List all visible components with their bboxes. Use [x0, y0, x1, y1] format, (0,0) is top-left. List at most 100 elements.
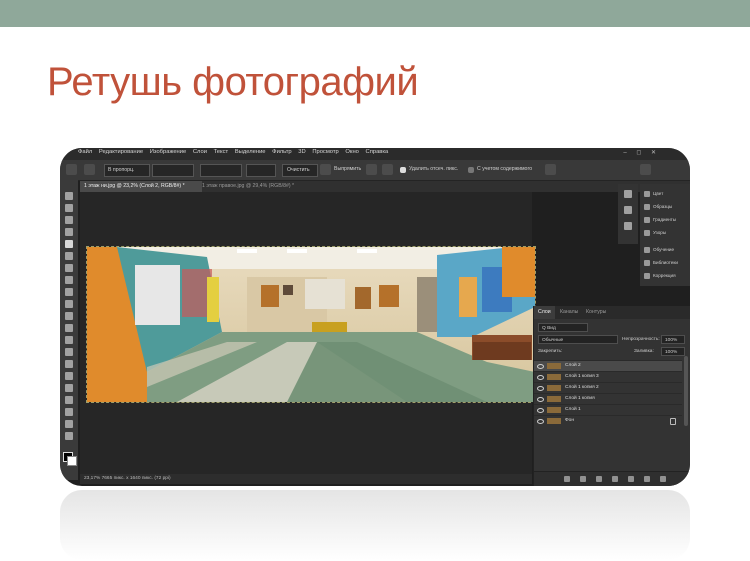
- blur-tool-icon[interactable]: [65, 348, 73, 356]
- gradients-icon: [644, 216, 650, 223]
- settings-gear-icon[interactable]: [382, 164, 393, 175]
- tab-document-2[interactable]: 1 этаж правое.jpg @ 29,4% (RGB/8#) *: [198, 181, 320, 192]
- shape-tool-icon[interactable]: [65, 408, 73, 416]
- crop-tool-icon[interactable]: [84, 164, 95, 175]
- marquee-tool-icon[interactable]: [65, 204, 73, 212]
- blend-mode-select[interactable]: Обычные: [538, 335, 618, 344]
- layer-row[interactable]: Слой 1 копия 2: [534, 382, 682, 393]
- window-controls[interactable]: – ◻ ✕: [623, 149, 660, 156]
- move-tool-icon[interactable]: [65, 192, 73, 200]
- resolution-field[interactable]: [246, 164, 276, 177]
- lasso-tool-icon[interactable]: [65, 216, 73, 224]
- visibility-eye-icon[interactable]: [537, 419, 544, 424]
- layer-row[interactable]: Фон: [534, 415, 682, 426]
- menu-3d[interactable]: 3D: [298, 149, 305, 155]
- ratio-select[interactable]: В пропорц.: [104, 164, 150, 177]
- healing-brush-icon[interactable]: [65, 276, 73, 284]
- trash-icon[interactable]: [660, 476, 666, 482]
- menu-select[interactable]: Выделение: [235, 149, 266, 155]
- layer-filter-select[interactable]: Q Вид: [538, 323, 588, 332]
- crop-tool-active-icon[interactable]: [65, 240, 73, 248]
- properties-icon[interactable]: [624, 222, 632, 230]
- layers-panel-tabs: Слои Каналы Контуры: [534, 306, 690, 319]
- visibility-eye-icon[interactable]: [537, 375, 544, 380]
- slide-top-band: [0, 0, 750, 27]
- panorama-photo-image: [87, 247, 535, 402]
- menu-filter[interactable]: Фильтр: [272, 149, 291, 155]
- delete-cropped-checkbox[interactable]: [400, 167, 406, 173]
- dodge-tool-icon[interactable]: [65, 360, 73, 368]
- background-color-swatch[interactable]: [67, 456, 77, 466]
- straighten-label[interactable]: Выпрямить: [334, 166, 361, 172]
- new-group-icon[interactable]: [628, 476, 634, 482]
- panel-item-libraries[interactable]: Библиотеки: [642, 257, 690, 269]
- panel-item-label: Цвет: [653, 191, 664, 196]
- tab-channels[interactable]: Каналы: [556, 306, 582, 319]
- layer-row[interactable]: Слой 1 копия 3: [534, 371, 682, 382]
- visibility-eye-icon[interactable]: [537, 408, 544, 413]
- hand-tool-icon[interactable]: [65, 420, 73, 428]
- panel-item-adjustments[interactable]: Коррекция: [642, 270, 690, 282]
- brush-tool-icon[interactable]: [65, 288, 73, 296]
- play-action-icon[interactable]: [624, 206, 632, 214]
- visibility-eye-icon[interactable]: [537, 386, 544, 391]
- quick-select-tool-icon[interactable]: [65, 228, 73, 236]
- overlay-grid-icon[interactable]: [366, 164, 377, 175]
- menu-edit[interactable]: Редактирование: [99, 149, 143, 155]
- canvas-area[interactable]: [80, 192, 536, 474]
- layers-scrollbar[interactable]: [684, 356, 688, 426]
- swatches-icon: [644, 203, 650, 210]
- adjustment-layer-icon[interactable]: [612, 476, 618, 482]
- search-icon[interactable]: [640, 164, 651, 175]
- menu-view[interactable]: Просмотр: [312, 149, 338, 155]
- eyedropper-tool-icon[interactable]: [65, 264, 73, 272]
- menu-layers[interactable]: Слои: [193, 149, 207, 155]
- frame-tool-icon[interactable]: [65, 252, 73, 260]
- fill-field[interactable]: 100%: [661, 347, 685, 356]
- history-icon[interactable]: [624, 190, 632, 198]
- path-select-icon[interactable]: [65, 396, 73, 404]
- visibility-eye-icon[interactable]: [537, 397, 544, 402]
- menu-window[interactable]: Окно: [345, 149, 358, 155]
- panel-item-swatches[interactable]: Образцы: [642, 201, 690, 213]
- layers-panel-footer: [534, 471, 690, 486]
- layers-panel: Слои Каналы Контуры Q Вид Обычные Непроз…: [533, 306, 690, 486]
- new-layer-icon[interactable]: [644, 476, 650, 482]
- layer-name: Слой 1: [565, 407, 581, 412]
- menu-image[interactable]: Изображение: [150, 149, 187, 155]
- panel-item-color[interactable]: Цвет: [642, 188, 690, 200]
- tools-panel: [60, 180, 78, 480]
- tab-layers[interactable]: Слои: [534, 306, 555, 319]
- menu-help[interactable]: Справка: [366, 149, 389, 155]
- layer-row[interactable]: Слой 2: [534, 360, 682, 371]
- clear-button[interactable]: Очистить: [282, 164, 318, 177]
- opacity-field[interactable]: 100%: [661, 335, 685, 344]
- home-icon[interactable]: [66, 164, 77, 175]
- layer-style-icon[interactable]: [580, 476, 586, 482]
- pen-tool-icon[interactable]: [65, 372, 73, 380]
- reset-icon[interactable]: [545, 164, 556, 175]
- width-field[interactable]: [152, 164, 194, 177]
- type-tool-icon[interactable]: [65, 384, 73, 392]
- panel-item-patterns[interactable]: Узоры: [642, 227, 690, 239]
- visibility-eye-icon[interactable]: [537, 364, 544, 369]
- layer-row[interactable]: Слой 1 копия: [534, 393, 682, 404]
- gradient-tool-icon[interactable]: [65, 336, 73, 344]
- slide-title: Ретушь фотографий: [47, 60, 419, 104]
- tab-paths[interactable]: Контуры: [582, 306, 610, 319]
- straighten-icon[interactable]: [320, 164, 331, 175]
- layer-row[interactable]: Слой 1: [534, 404, 682, 415]
- menu-file[interactable]: Файл: [78, 149, 92, 155]
- layer-mask-icon[interactable]: [596, 476, 602, 482]
- eraser-tool-icon[interactable]: [65, 324, 73, 332]
- tab-document-1[interactable]: 1 этаж ни.jpg @ 23,2% (Слой 2, RGB/8#) *: [80, 181, 202, 192]
- height-field[interactable]: [200, 164, 242, 177]
- history-brush-icon[interactable]: [65, 312, 73, 320]
- link-layers-icon[interactable]: [564, 476, 570, 482]
- panel-item-learn[interactable]: Обучение: [642, 244, 690, 256]
- clone-stamp-icon[interactable]: [65, 300, 73, 308]
- content-aware-checkbox[interactable]: [468, 167, 474, 173]
- panel-item-gradients[interactable]: Градиенты: [642, 214, 690, 226]
- zoom-tool-icon[interactable]: [65, 432, 73, 440]
- menu-text[interactable]: Текст: [214, 149, 229, 155]
